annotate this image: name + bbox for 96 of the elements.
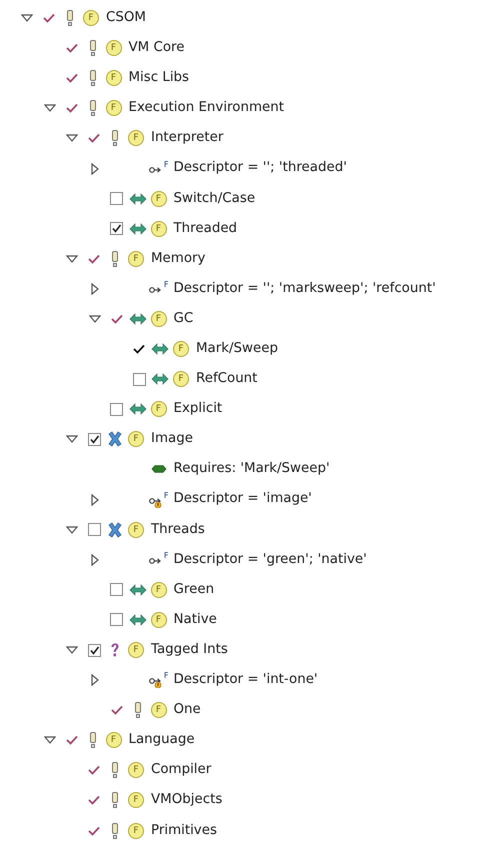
feature-label: Image [151, 430, 193, 448]
feature-badge: F [173, 341, 189, 358]
descriptor-label: Descriptor = 'int-one' [174, 671, 318, 690]
exclamation-icon [111, 130, 119, 146]
double-arrow-icon [128, 614, 146, 626]
feature-badge: F [150, 702, 166, 718]
feature-label: Tagged Ints [151, 640, 228, 659]
feature-badge: F [128, 130, 144, 146]
feature-badge: F [128, 822, 144, 839]
expand-toggle[interactable] [66, 133, 78, 144]
feature-label: Threaded [174, 220, 238, 238]
feature-badge: F [150, 190, 166, 207]
feature-label: GC [174, 310, 194, 328]
feature-badge: F [128, 642, 144, 658]
expand-toggle[interactable] [66, 645, 78, 656]
double-arrow-icon [128, 312, 146, 325]
cross-icon [107, 431, 123, 448]
feature-badge: F [106, 100, 122, 116]
feature-badge: F [128, 792, 144, 808]
feature-badge: F [106, 732, 122, 748]
checkbox[interactable] [88, 432, 100, 446]
checkbox[interactable] [110, 613, 123, 626]
feature-label: Memory [151, 250, 206, 268]
feature-label: Compiler [151, 761, 212, 780]
exclamation-icon [134, 702, 142, 718]
checkbox[interactable] [110, 192, 123, 206]
double-arrow-icon [128, 222, 146, 235]
expand-toggle[interactable] [90, 554, 100, 566]
feature-badge: F [128, 250, 144, 267]
exclamation-icon [111, 250, 119, 267]
feature-label: Primitives [151, 822, 217, 840]
exclamation-icon [66, 10, 74, 26]
descriptor-label: Descriptor = 'image' [174, 490, 312, 508]
feature-badge: F [173, 371, 189, 388]
double-arrow-icon [128, 584, 146, 596]
expand-toggle[interactable] [66, 524, 78, 535]
checkbox[interactable] [110, 583, 123, 596]
feature-label: Threads [151, 520, 205, 539]
expand-toggle[interactable] [90, 162, 100, 175]
exclamation-icon [88, 732, 96, 748]
feature-label: Explicit [174, 400, 222, 418]
feature-label: One [174, 701, 201, 720]
double-arrow-icon [151, 343, 169, 356]
checkbox[interactable] [110, 222, 123, 236]
feature-badge: F [128, 762, 144, 778]
feature-label: Switch/Case [174, 190, 256, 208]
feature-badge: F [150, 401, 166, 418]
checkbox[interactable] [132, 372, 146, 386]
question-icon [110, 642, 120, 658]
feature-label: CSOM [106, 8, 146, 27]
descriptor-label: Descriptor = ''; 'threaded' [174, 159, 347, 178]
expand-toggle[interactable] [90, 494, 100, 506]
feature-label: Misc Libs [128, 69, 190, 88]
exclamation-icon [88, 40, 96, 56]
expand-toggle[interactable] [21, 13, 33, 24]
exclamation-icon [111, 792, 119, 808]
feature-badge: F [128, 522, 144, 538]
expand-toggle[interactable] [90, 282, 100, 295]
expand-toggle[interactable] [44, 735, 56, 746]
checkbox[interactable] [88, 523, 100, 536]
feature-badge: F [150, 310, 166, 327]
feature-badge: F [128, 431, 144, 448]
exclamation-icon [88, 100, 96, 116]
feature-label: Native [174, 610, 217, 629]
expand-toggle[interactable] [44, 103, 56, 114]
exclamation-icon [88, 70, 96, 86]
feature-badge: F [150, 612, 166, 628]
feature-badge: F [106, 40, 122, 56]
checkbox[interactable] [88, 644, 100, 657]
cross-icon [107, 522, 123, 538]
checkbox[interactable] [110, 402, 123, 416]
feature-badge: F [83, 10, 99, 26]
expand-toggle[interactable] [90, 674, 100, 686]
requires-icon [150, 464, 166, 474]
feature-label: Green [174, 580, 214, 599]
constraint-label: Requires: 'Mark/Sweep' [174, 460, 330, 478]
descriptor-label: Descriptor = 'green'; 'native' [174, 550, 367, 569]
feature-label: Interpreter [151, 129, 224, 148]
expand-toggle[interactable] [66, 254, 78, 264]
exclamation-icon [111, 822, 119, 839]
double-arrow-icon [128, 403, 146, 416]
feature-label: VMObjects [151, 791, 222, 810]
double-arrow-icon [128, 192, 146, 205]
feature-badge: F [106, 70, 122, 86]
exclamation-icon [111, 762, 119, 778]
feature-label: Mark/Sweep [196, 340, 278, 358]
expand-toggle[interactable] [66, 434, 78, 444]
feature-label: Language [128, 731, 195, 750]
descriptor-label: Descriptor = ''; 'marksweep'; 'refcount' [174, 280, 436, 298]
feature-badge: F [150, 582, 166, 598]
expand-toggle[interactable] [88, 314, 100, 324]
feature-label: RefCount [196, 370, 258, 388]
double-arrow-icon [151, 373, 169, 386]
feature-badge: F [150, 220, 166, 237]
feature-label: VM Core [128, 39, 184, 58]
feature-label: Execution Environment [128, 99, 284, 118]
